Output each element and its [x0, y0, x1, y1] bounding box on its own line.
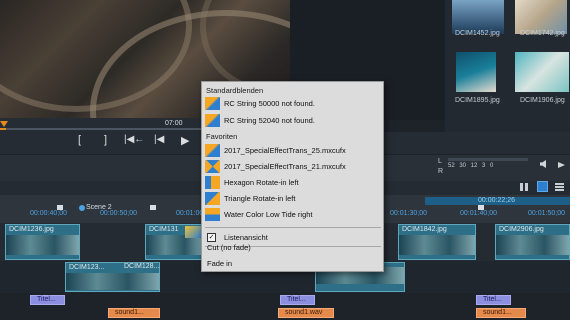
- media-thumb-label: DCIM1742.jpg: [520, 30, 565, 37]
- menu-item-label: RC String 52040 not found.: [224, 116, 315, 125]
- media-thumb-label: DCIM1452.jpg: [455, 30, 500, 37]
- audio-clip[interactable]: sound1...: [108, 308, 160, 318]
- clip-thumbnail: [399, 235, 475, 256]
- transition-icon: [205, 176, 220, 189]
- menu-item-favorite-4[interactable]: Triangle Rotate-in left: [203, 191, 382, 206]
- clip-thumbnail: [6, 235, 79, 256]
- menu-item-cut-no-fade[interactable]: Cut (no fade): [203, 240, 382, 255]
- clip-label: DCIM123...: [69, 264, 105, 271]
- clip-thumbnail: [146, 235, 204, 256]
- clip-label: DCIM128...: [124, 263, 160, 270]
- play-button[interactable]: ▶: [181, 134, 189, 147]
- menu-header-favorites: Favoriten: [206, 132, 238, 141]
- media-thumb[interactable]: [456, 52, 496, 92]
- mark-in-button[interactable]: [: [78, 134, 81, 146]
- go-to-start-button[interactable]: |◀←: [124, 134, 144, 145]
- media-bin-separator: [445, 132, 570, 154]
- transition-icon: [205, 144, 220, 157]
- clip-label: DCIM1236.jpg: [9, 226, 54, 233]
- menu-item-label: 2017_SpecialEffectTrans_21.mxcufx: [224, 162, 346, 171]
- volume-slider[interactable]: [448, 158, 528, 161]
- timeline-clip[interactable]: DCIM2906.jpg: [495, 224, 570, 260]
- menu-item-label: Water Color Low Tide right: [224, 210, 313, 219]
- clip-thumbnail: [66, 273, 159, 290]
- menu-item-label: Fade in: [207, 259, 233, 268]
- menu-item-label: 2017_SpecialEffectTrans_25.mxcufx: [224, 146, 346, 155]
- ruler-timecode: 00:01:50;00: [528, 210, 565, 217]
- title-clip[interactable]: Titel...: [476, 295, 511, 305]
- clip-label: DCIM2906.jpg: [499, 226, 544, 233]
- ruler-timecode: 00:01:00: [176, 210, 204, 217]
- transition-icon: [205, 192, 220, 205]
- audio-clip[interactable]: sound1...: [476, 308, 526, 318]
- menu-item-favorite-2[interactable]: 2017_SpecialEffectTrans_21.mxcufx: [203, 159, 382, 174]
- media-thumb-label: DCIM1906.jpg: [520, 97, 565, 104]
- menu-separator: [205, 227, 381, 228]
- transition-icon: [205, 97, 220, 110]
- media-thumb[interactable]: [515, 52, 569, 92]
- clip-label: DCIM1842.jpg: [402, 226, 447, 233]
- menu-item-standard-1[interactable]: RC String 50000 not found.: [203, 96, 382, 111]
- media-thumb[interactable]: [515, 0, 567, 34]
- timecode-readout: 07:00: [165, 120, 183, 127]
- mixer-left-label: L: [438, 158, 442, 165]
- clip-thumbnail: [496, 235, 569, 256]
- menu-item-favorite-1[interactable]: 2017_SpecialEffectTrans_25.mxcufx: [203, 143, 382, 158]
- clip-label: DCIM131: [149, 226, 179, 233]
- menu-item-label: Triangle Rotate-in left: [224, 194, 296, 203]
- transition-icon: [205, 114, 220, 127]
- transition-marker[interactable]: [185, 226, 201, 238]
- menu-item-standard-2[interactable]: RC String 52040 not found.: [203, 113, 382, 128]
- scene-marker-icon[interactable]: [79, 205, 85, 211]
- ruler-timecode: 00:00:40;00: [30, 210, 67, 217]
- storyboard-view-icon[interactable]: [537, 181, 548, 192]
- audio-clip[interactable]: sound1.wav: [278, 308, 334, 318]
- menu-item-label: Hexagon Rotate-in left: [224, 178, 299, 187]
- position-timecode: 00:00:22;26: [478, 197, 515, 204]
- menu-header-standard: Standardblenden: [206, 86, 264, 95]
- transition-context-menu: Standardblenden RC String 50000 not foun…: [201, 81, 384, 272]
- list-view-icon[interactable]: [555, 183, 564, 191]
- ruler-timecode: 00:01:30;00: [390, 210, 427, 217]
- grid-view-icon[interactable]: [520, 183, 528, 191]
- menu-item-fade-in[interactable]: Fade in: [203, 258, 382, 271]
- mark-out-button[interactable]: ]: [104, 134, 107, 146]
- mixer-scale: 52 30 12 3 0: [448, 163, 494, 169]
- menu-item-label: Cut (no fade): [207, 243, 251, 252]
- ruler-timecode: 00:01:40;00: [460, 210, 497, 217]
- menu-item-favorite-3[interactable]: Hexagon Rotate-in left: [203, 175, 382, 190]
- mixer-right-label: R: [438, 168, 444, 175]
- playhead-marker[interactable]: [0, 121, 8, 127]
- scene-flag-icon[interactable]: [150, 205, 156, 210]
- scrub-progress: [0, 128, 6, 130]
- transition-icon: [205, 160, 220, 173]
- menu-item-label: RC String 50000 not found.: [224, 99, 315, 108]
- media-thumb-label: DCIM1895.jpg: [455, 97, 500, 104]
- title-clip[interactable]: Titel...: [280, 295, 315, 305]
- transition-icon: [205, 208, 220, 221]
- title-clip[interactable]: Titel...: [30, 295, 65, 305]
- media-thumb[interactable]: [452, 0, 504, 34]
- previous-button[interactable]: |◀: [154, 134, 164, 145]
- timeline-clip[interactable]: DCIM1236.jpg: [5, 224, 80, 260]
- menu-item-favorite-5[interactable]: Water Color Low Tide right: [203, 207, 382, 222]
- timeline-clip[interactable]: DCIM1842.jpg: [398, 224, 476, 260]
- ruler-timecode: 00:00:50;00: [100, 210, 137, 217]
